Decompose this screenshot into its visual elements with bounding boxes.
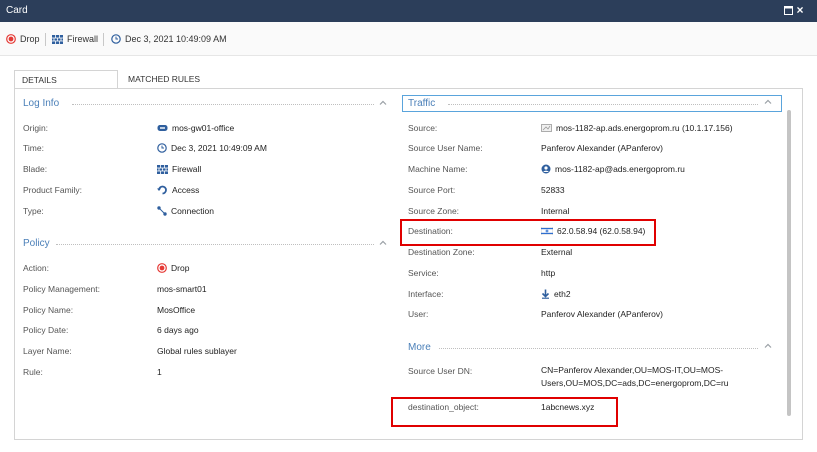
field-label: Type: [23, 206, 44, 216]
field-label: Machine Name: [408, 164, 468, 174]
chevron-up-icon[interactable] [378, 98, 388, 108]
field-value-origin: mos-gw01-office [157, 123, 234, 133]
field-value-machine-name: mos-1182-ap@ads.energoprom.ru [541, 164, 685, 174]
section-title-more: More [408, 342, 431, 353]
field-value-source-port: 52833 [541, 185, 565, 195]
field-label: Policy Name: [23, 305, 74, 315]
close-icon[interactable]: × [795, 4, 805, 16]
summary-time-label: Dec 3, 2021 10:49:09 AM [125, 34, 227, 44]
field-label: Time: [23, 143, 44, 153]
field-value-source-user-name: Panferov Alexander (APanferov) [541, 143, 663, 153]
field-label: Blade: [23, 164, 48, 174]
summary-blade-label: Firewall [67, 34, 99, 44]
field-value-service: http [541, 268, 556, 278]
field-value-source-user-dn: CN=Panferov Alexander,OU=MOS-IT,OU=MOS-U… [541, 365, 729, 388]
field-value-destination-zone: External [541, 247, 573, 257]
field-label: Source Zone: [408, 206, 460, 216]
field-value-policy-management: mos-smart01 [157, 284, 207, 294]
field-label: Source: [408, 123, 438, 133]
field-value-blade: Firewall [157, 164, 201, 174]
field-label: Policy Date: [23, 325, 69, 335]
field-value-source: mos-1182-ap.ads.energoprom.ru (10.1.17.1… [541, 123, 733, 133]
divider [448, 104, 758, 105]
summary-blade: Firewall [52, 34, 98, 44]
summary-action-label: Drop [20, 34, 40, 44]
field-value-layer-name: Global rules sublayer [157, 346, 237, 356]
field-value-user: Panferov Alexander (APanferov) [541, 309, 663, 319]
clock-icon [111, 34, 121, 44]
download-arrow-icon [541, 289, 550, 299]
field-label: Service: [408, 268, 439, 278]
maximize-icon[interactable] [783, 5, 793, 15]
divider [439, 348, 758, 349]
section-title-log-info: Log Info [23, 98, 60, 109]
chevron-up-icon[interactable] [378, 238, 388, 248]
clock-icon [157, 143, 167, 153]
field-value-source-zone: Internal [541, 206, 570, 216]
host-icon [541, 124, 552, 132]
divider [45, 33, 46, 46]
firewall-icon [52, 34, 63, 44]
chevron-up-icon[interactable] [763, 97, 773, 107]
divider [56, 244, 374, 245]
field-label: Source Port: [408, 185, 456, 195]
machine-icon [541, 164, 551, 174]
scrollbar[interactable] [787, 110, 791, 416]
section-title-traffic: Traffic [408, 98, 436, 109]
summary-bar: Drop Firewall Dec 3, 2021 10:49:09 AM [0, 22, 817, 56]
connection-icon [157, 206, 167, 216]
field-label: Origin: [23, 123, 49, 133]
chevron-up-icon[interactable] [763, 341, 773, 351]
field-label: Policy Management: [23, 284, 101, 294]
field-value-action: Drop [157, 263, 189, 273]
gateway-icon [157, 125, 168, 131]
field-label: Product Family: [23, 185, 83, 195]
divider [103, 33, 104, 46]
window-titlebar: Card × [0, 0, 817, 22]
field-label: Rule: [23, 367, 43, 377]
field-label: Source User Name: [408, 143, 483, 153]
field-label: Interface: [408, 289, 444, 299]
field-value-policy-name: MosOffice [157, 305, 196, 315]
drop-icon [157, 263, 167, 273]
highlight-box-destination [400, 219, 656, 246]
field-label: Action: [23, 263, 49, 273]
drop-icon [6, 34, 16, 44]
divider [72, 104, 374, 105]
tab-details[interactable]: DETAILS [14, 70, 118, 89]
field-label: User: [408, 309, 429, 319]
section-title-policy: Policy [23, 238, 50, 249]
firewall-icon [157, 164, 168, 174]
summary-time: Dec 3, 2021 10:49:09 AM [111, 34, 227, 44]
field-value-time: Dec 3, 2021 10:49:09 AM [157, 143, 267, 153]
tab-matched-rules[interactable]: MATCHED RULES [121, 70, 231, 89]
field-label: Layer Name: [23, 346, 72, 356]
highlight-box-destination-object [391, 397, 618, 427]
field-value-type: Connection [157, 206, 214, 216]
window-title: Card [6, 5, 28, 16]
field-value-rule: 1 [157, 367, 162, 377]
field-value-interface: eth2 [541, 289, 571, 299]
field-label: Source User DN: [408, 366, 473, 376]
summary-action: Drop [6, 34, 40, 44]
field-value-product-family: Access [157, 185, 199, 195]
access-icon [157, 185, 167, 195]
field-value-policy-date: 6 days ago [157, 325, 199, 335]
field-label: Destination Zone: [408, 247, 475, 257]
